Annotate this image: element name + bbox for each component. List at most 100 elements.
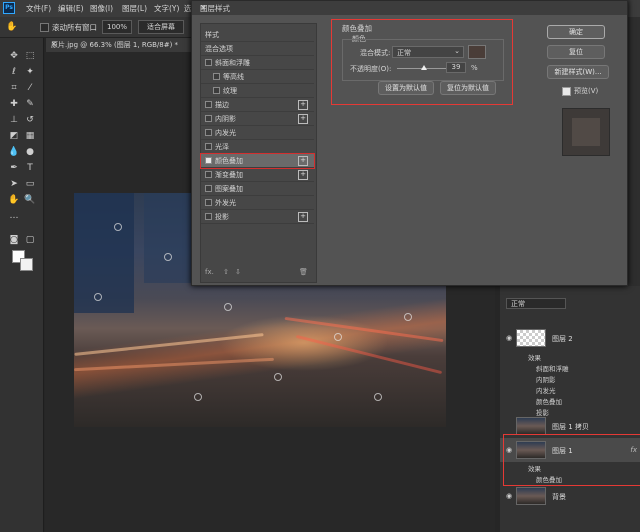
- move-up-icon[interactable]: ⇧: [223, 268, 229, 276]
- eyedropper-icon[interactable]: ⁄: [24, 82, 36, 94]
- brush-tool-icon[interactable]: ✎: [24, 98, 36, 110]
- layer-row-2[interactable]: ◉ 图层 2: [500, 326, 640, 350]
- menu-file[interactable]: 文件(F): [26, 3, 51, 14]
- image-light-streak: [74, 357, 274, 372]
- magic-wand-icon[interactable]: ✦: [24, 66, 36, 78]
- dialog-close-icon[interactable]: ×: [200, 3, 619, 12]
- add-effect-icon[interactable]: +: [298, 212, 308, 222]
- style-item-11[interactable]: 图案叠加: [201, 182, 314, 196]
- more-tools-icon[interactable]: …: [8, 210, 20, 222]
- add-effect-icon[interactable]: +: [298, 114, 308, 124]
- hand-tool-icon[interactable]: ✋: [8, 194, 20, 206]
- style-checkbox[interactable]: [213, 87, 220, 94]
- quick-mask-icon[interactable]: ◙: [8, 234, 20, 246]
- effect-item[interactable]: 斜面和浮雕: [536, 363, 569, 373]
- right-panel-strip: [628, 17, 640, 287]
- add-effect-icon[interactable]: +: [298, 156, 308, 166]
- blend-mode-select[interactable]: 正常 ⌄: [392, 46, 464, 58]
- history-brush-icon[interactable]: ↺: [24, 114, 36, 126]
- style-item-label: 渐变叠加: [215, 171, 243, 179]
- clone-stamp-icon[interactable]: ⊥: [8, 114, 20, 126]
- add-effect-icon[interactable]: +: [298, 170, 308, 180]
- menu-type[interactable]: 文字(Y): [154, 3, 179, 14]
- layer-row-background[interactable]: ◉ 背景: [500, 484, 640, 508]
- gradient-tool-icon[interactable]: ▦: [24, 130, 36, 142]
- shape-tool-icon[interactable]: ▭: [24, 178, 36, 190]
- style-checkbox[interactable]: [205, 59, 212, 66]
- layer-name: 图层 1 拷贝: [552, 423, 589, 431]
- style-checkbox[interactable]: [205, 185, 212, 192]
- style-checkbox[interactable]: [205, 213, 212, 220]
- style-item-5[interactable]: 描边 +: [201, 98, 314, 112]
- style-item-8[interactable]: 光泽: [201, 140, 314, 154]
- style-item-2[interactable]: 斜面和浮雕: [201, 56, 314, 70]
- type-tool-icon[interactable]: T: [24, 162, 36, 174]
- style-item-0[interactable]: 样式: [201, 28, 314, 42]
- reset-button[interactable]: 复位: [547, 45, 605, 59]
- marquee-tool-icon[interactable]: ⬚: [24, 50, 36, 62]
- style-checkbox[interactable]: [213, 73, 220, 80]
- visibility-eye-icon[interactable]: ◉: [506, 492, 512, 500]
- zoom-button[interactable]: 100%: [102, 20, 132, 34]
- style-checkbox[interactable]: [205, 143, 212, 150]
- ok-button[interactable]: 确定: [547, 25, 605, 39]
- scroll-all-windows-checkbox[interactable]: [40, 23, 49, 32]
- layer-blend-mode-select[interactable]: 正常: [506, 298, 566, 309]
- new-style-button[interactable]: 新建样式(W)...: [547, 65, 609, 79]
- style-item-12[interactable]: 外发光: [201, 196, 314, 210]
- style-item-4[interactable]: 纹理: [201, 84, 314, 98]
- effect-item[interactable]: 内发光: [536, 385, 556, 395]
- style-item-6[interactable]: 内阴影 +: [201, 112, 314, 126]
- move-tool-icon[interactable]: ✥: [8, 50, 20, 62]
- blur-tool-icon[interactable]: 💧: [8, 146, 20, 158]
- style-item-10[interactable]: 渐变叠加 +: [201, 168, 314, 182]
- pen-tool-icon[interactable]: ✒: [8, 162, 20, 174]
- visibility-eye-icon[interactable]: ◉: [506, 334, 512, 342]
- style-checkbox[interactable]: [205, 101, 212, 108]
- crop-tool-icon[interactable]: ⌗: [8, 82, 20, 94]
- screen-mode-icon[interactable]: ▢: [24, 234, 36, 246]
- overlay-color-swatch[interactable]: [468, 45, 486, 59]
- reset-default-button[interactable]: 复位为默认值: [440, 81, 496, 95]
- lasso-tool-icon[interactable]: ℓ: [8, 66, 20, 78]
- style-item-3[interactable]: 等高线: [201, 70, 314, 84]
- preview-checkbox[interactable]: [562, 87, 571, 96]
- eraser-icon[interactable]: ◩: [8, 130, 20, 142]
- set-default-button[interactable]: 设置为默认值: [378, 81, 434, 95]
- menu-layer[interactable]: 图层(L): [122, 3, 147, 14]
- style-checkbox[interactable]: [205, 171, 212, 178]
- style-checkbox[interactable]: [205, 129, 212, 136]
- style-checkbox[interactable]: [205, 115, 212, 122]
- style-checkbox[interactable]: [205, 157, 212, 164]
- menu-image[interactable]: 图像(I): [90, 3, 113, 14]
- dialog-title-bar[interactable]: 图层样式 ×: [192, 1, 627, 15]
- image-bokeh: [224, 303, 232, 311]
- image-light-streak: [295, 334, 443, 375]
- photoshop-logo: Ps: [3, 2, 15, 14]
- menu-edit[interactable]: 编辑(E): [58, 3, 84, 14]
- effect-item[interactable]: 颜色叠加: [536, 396, 562, 406]
- opacity-input[interactable]: 39: [446, 62, 466, 73]
- hand-icon[interactable]: ✋: [6, 21, 18, 33]
- move-down-icon[interactable]: ⇩: [235, 268, 241, 276]
- image-bokeh: [334, 333, 342, 341]
- style-item-9[interactable]: 颜色叠加 +: [200, 153, 315, 169]
- tab-close-icon[interactable]: ×: [51, 40, 57, 48]
- toolbox: ✥ ⬚ ℓ ✦ ⌗ ⁄ ✚ ✎ ⊥ ↺ ◩ ▦ 💧 ● ✒ T ➤ ▭ ✋ 🔍 …: [0, 38, 44, 532]
- fit-screen-button[interactable]: 适合屏幕: [138, 20, 184, 34]
- path-select-icon[interactable]: ➤: [8, 178, 20, 190]
- fx-icon[interactable]: fx.: [205, 268, 214, 276]
- document-tab[interactable]: 原片.jpg @ 66.3% (图层 1, RGB/8#) * ×: [46, 38, 196, 52]
- opacity-slider-thumb[interactable]: [420, 65, 427, 70]
- style-checkbox[interactable]: [205, 199, 212, 206]
- style-item-1[interactable]: 混合选项: [201, 42, 314, 56]
- background-color-swatch[interactable]: [20, 258, 33, 271]
- style-item-13[interactable]: 投影 +: [201, 210, 314, 224]
- add-effect-icon[interactable]: +: [298, 100, 308, 110]
- trash-icon[interactable]: 🗑: [299, 268, 308, 276]
- dodge-tool-icon[interactable]: ●: [24, 146, 36, 158]
- style-item-7[interactable]: 内发光: [201, 126, 314, 140]
- healing-brush-icon[interactable]: ✚: [8, 98, 20, 110]
- zoom-tool-icon[interactable]: 🔍: [24, 194, 36, 206]
- effect-item[interactable]: 内阴影: [536, 374, 556, 384]
